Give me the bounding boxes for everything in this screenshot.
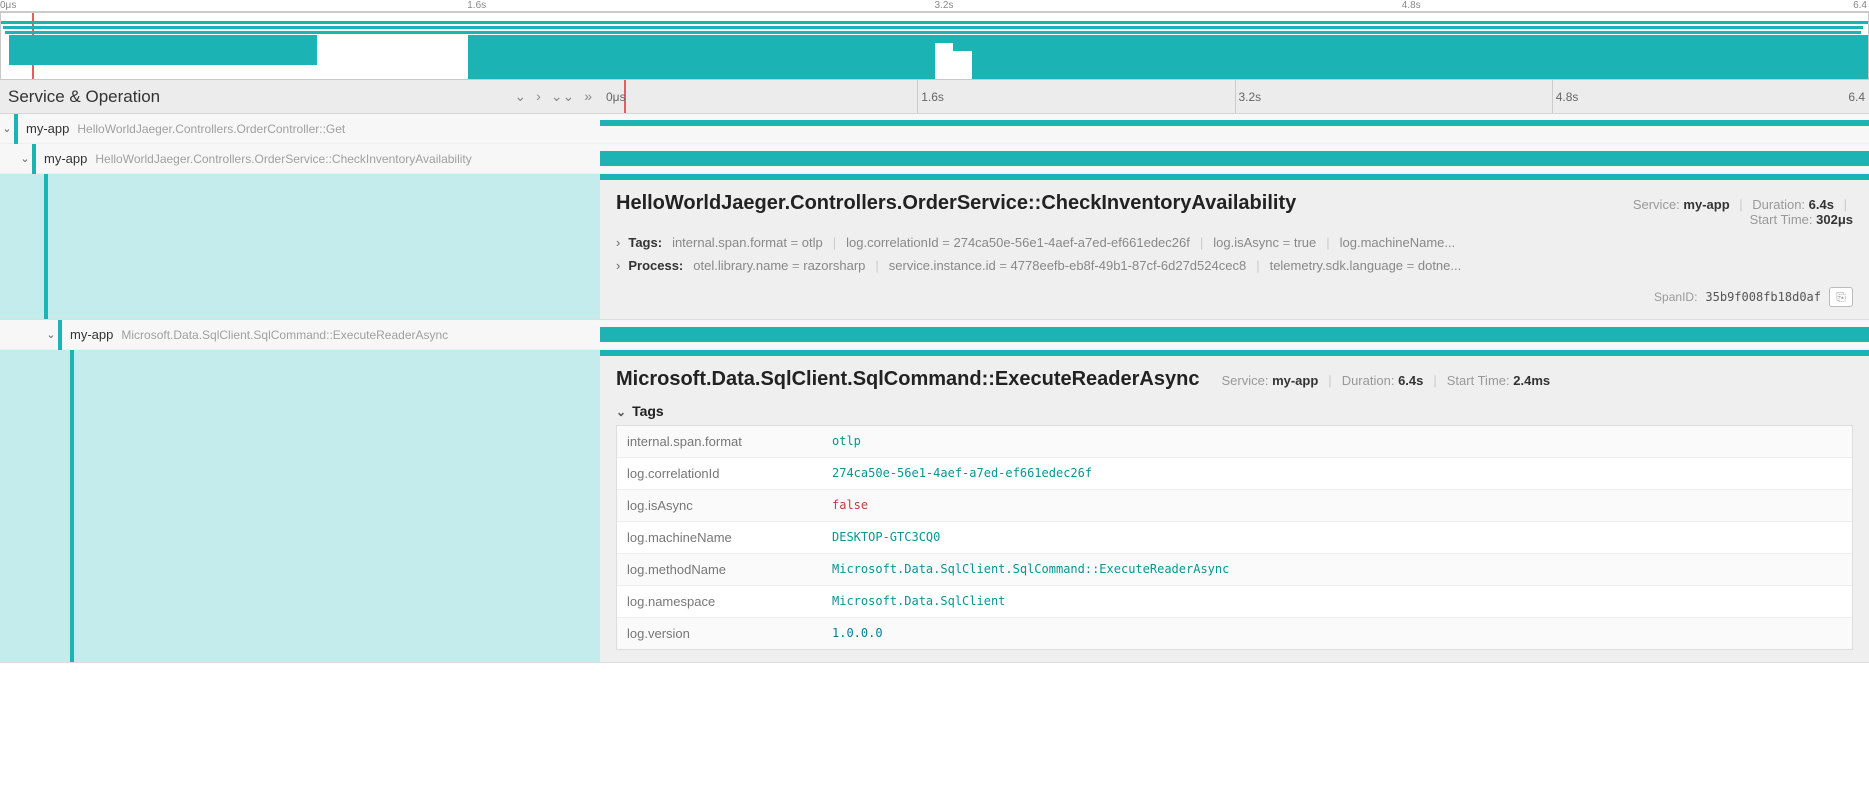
service-name: my-app [26, 121, 69, 136]
tag-row[interactable]: log.version1.0.0.0 [617, 618, 1852, 649]
caret-icon[interactable]: ⌄ [0, 122, 14, 135]
span-title: HelloWorldJaeger.Controllers.OrderServic… [616, 192, 1296, 215]
span-duration-bar [600, 327, 1869, 342]
detail-top-bar [600, 350, 1869, 356]
section-header: Service & Operation ⌄ › ⌄⌄ » 0μs 1.6s 3.… [0, 80, 1869, 114]
tag-row[interactable]: log.methodNameMicrosoft.Data.SqlClient.S… [617, 554, 1852, 586]
tag-row[interactable]: log.isAsyncfalse [617, 490, 1852, 522]
detail-color-bar [44, 174, 48, 319]
tag-row[interactable]: internal.span.formatotlp [617, 426, 1852, 458]
span-row[interactable]: ⌄ my-app HelloWorldJaeger.Controllers.Or… [0, 114, 1869, 144]
span-duration-bar [600, 120, 1869, 126]
service-color-bar [14, 114, 18, 144]
operation-name: HelloWorldJaeger.Controllers.OrderContro… [77, 122, 345, 136]
tag-row[interactable]: log.correlationId274ca50e-56e1-4aef-a7ed… [617, 458, 1852, 490]
span-title: Microsoft.Data.SqlClient.SqlCommand::Exe… [616, 368, 1199, 391]
tag-row[interactable]: log.machineNameDESKTOP-GTC3CQ0 [617, 522, 1852, 554]
caret-icon[interactable]: ⌄ [44, 328, 58, 341]
span-detail-panel: HelloWorldJaeger.Controllers.OrderServic… [0, 174, 1869, 320]
service-operation-heading: Service & Operation [8, 87, 160, 107]
minimap-ruler: 0μs 1.6s 3.2s 4.8s 6.4 [0, 0, 1869, 12]
expand-icon[interactable]: › [616, 258, 620, 273]
service-color-bar [58, 320, 62, 350]
double-chevron-right-icon[interactable]: » [584, 88, 592, 105]
service-color-bar [32, 144, 36, 174]
service-name: my-app [70, 327, 113, 342]
tags-table: internal.span.formatotlp log.correlation… [616, 425, 1853, 650]
operation-name: HelloWorldJaeger.Controllers.OrderServic… [95, 152, 471, 166]
detail-top-bar [600, 174, 1869, 180]
double-chevron-down-icon[interactable]: ⌄⌄ [551, 88, 574, 105]
spanid-label: SpanID: [1654, 290, 1697, 304]
span-row[interactable]: ⌄ my-app Microsoft.Data.SqlClient.SqlCom… [0, 320, 1869, 350]
tags-summary-row[interactable]: › Tags: internal.span.format = otlp| log… [616, 235, 1853, 250]
tag-row[interactable]: log.namespaceMicrosoft.Data.SqlClient [617, 586, 1852, 618]
span-row[interactable]: ⌄ my-app HelloWorldJaeger.Controllers.Or… [0, 144, 1869, 174]
caret-icon[interactable]: ⌄ [18, 152, 32, 165]
trace-minimap[interactable] [0, 12, 1869, 80]
timeline-ruler: 0μs 1.6s 3.2s 4.8s 6.4 [600, 80, 1869, 113]
process-summary-row[interactable]: › Process: otel.library.name = razorshar… [616, 258, 1853, 273]
span-detail-panel: Microsoft.Data.SqlClient.SqlCommand::Exe… [0, 350, 1869, 663]
tags-section-header[interactable]: Tags [616, 403, 1853, 419]
operation-name: Microsoft.Data.SqlClient.SqlCommand::Exe… [121, 328, 448, 342]
chevron-right-icon[interactable]: › [536, 88, 541, 105]
expand-icon[interactable]: › [616, 235, 620, 250]
deep-link-button[interactable]: ⎘ [1829, 287, 1853, 307]
detail-color-bar [70, 350, 74, 662]
service-name: my-app [44, 151, 87, 166]
tree-nav-controls: ⌄ › ⌄⌄ » [514, 88, 592, 105]
chevron-down-icon[interactable]: ⌄ [514, 88, 526, 105]
span-duration-bar [600, 151, 1869, 166]
spanid-value: 35b9f008fb18d0af [1705, 290, 1821, 304]
